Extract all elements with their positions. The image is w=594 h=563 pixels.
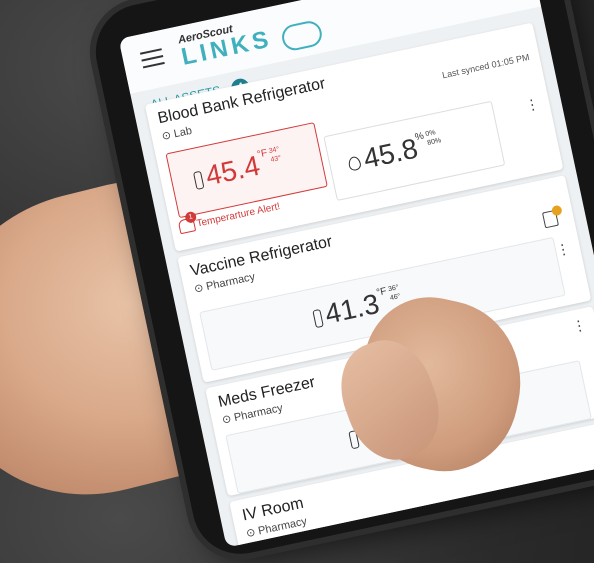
brand-logo: AeroScout LINKS <box>177 16 275 71</box>
more-options-icon[interactable]: ⋮ <box>524 95 541 115</box>
more-options-icon[interactable]: ⋮ <box>554 240 571 260</box>
humidity-reading: 45.8%0% 80% <box>345 127 445 178</box>
humidity-box[interactable]: 45.8%0% 80% <box>323 100 506 202</box>
last-synced: Last synced 01:05 PM <box>441 52 531 81</box>
cloud-icon <box>279 18 325 53</box>
thermometer-icon <box>192 170 205 190</box>
thermometer-icon <box>312 308 324 328</box>
more-options-icon[interactable]: ⋮ <box>571 316 588 336</box>
droplet-icon <box>347 155 362 172</box>
menu-icon[interactable] <box>139 48 166 73</box>
phone-screen: AeroScout LINKS ALL ASSETS 4 + Blood Ban… <box>118 0 594 548</box>
temperature-reading: 45.4°F34° 43° <box>191 145 285 195</box>
